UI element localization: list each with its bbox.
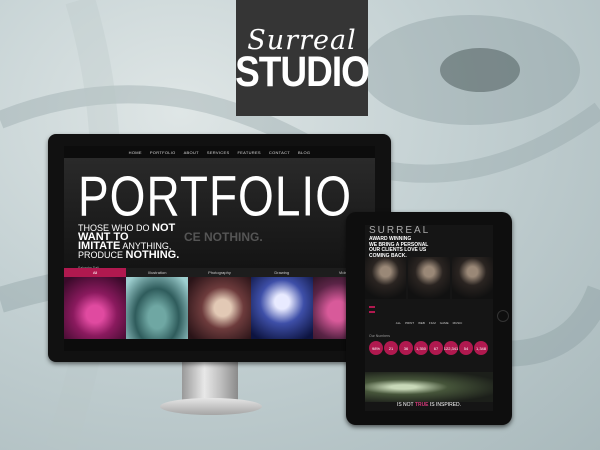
tablet-menu-item[interactable]: GAME <box>440 321 449 325</box>
tablet-eye-banner <box>365 372 493 402</box>
thumb-pink-chair[interactable] <box>64 277 127 339</box>
page-title: PORTFOLIO <box>78 164 352 228</box>
tablet-intro: AWARD WINNING WE BRING A PERSONAL OUR CL… <box>369 236 459 259</box>
tab-drawing[interactable]: Drawing <box>250 268 313 277</box>
nav-blog[interactable]: BLOG <box>298 150 310 155</box>
stat-circle: 21 <box>384 341 398 355</box>
portfolio-filter-tabs: All Illustration Photography Drawing Vid… <box>64 268 375 277</box>
thumb-moon-dancer[interactable] <box>250 277 313 339</box>
stat-circle: 122,341 <box>444 341 458 355</box>
surreal-studio-logo: Surreal STUDIO <box>235 0 370 116</box>
stat-circle: 54 <box>459 341 473 355</box>
tablet-accent-rows <box>369 303 489 316</box>
thumb-tree-face[interactable] <box>126 277 189 339</box>
stat-circle: 36 <box>399 341 413 355</box>
nav-contact[interactable]: CONTACT <box>269 150 290 155</box>
stat-circle: 1,348 <box>474 341 488 355</box>
team-photo[interactable] <box>365 257 407 299</box>
stats-label: Our Numbers <box>369 334 391 338</box>
tablet-menu-item[interactable]: FILM <box>429 321 436 325</box>
tablet-team-photos <box>365 257 493 299</box>
quote-part3: PRODUCE <box>78 250 126 260</box>
logo-line2: STUDIO <box>235 47 370 95</box>
tab-illustration[interactable]: Illustration <box>126 268 189 277</box>
nav-features[interactable]: FEATURES <box>237 150 260 155</box>
monitor-stand-base <box>160 398 262 415</box>
tablet-filter-menu: ALL PRINT WEB FILM GAME MUSIC <box>369 321 489 325</box>
desktop-monitor: HOME PORTFOLIO ABOUT SERVICES FEATURES C… <box>48 134 391 362</box>
footer-part1: IS NOT <box>396 402 415 408</box>
portfolio-grid <box>64 277 375 339</box>
tablet-header: SURREAL <box>369 225 431 236</box>
footer-part2: IS INSPIRED. <box>428 402 462 408</box>
team-photo[interactable] <box>408 257 450 299</box>
monitor-stand-neck <box>182 362 238 402</box>
tab-all[interactable]: All <box>64 268 127 277</box>
quote-text: THOSE WHO DO NOT WANT TO IMITATE ANYTHIN… <box>78 223 208 261</box>
nav-home[interactable]: HOME <box>129 150 142 155</box>
nav-portfolio[interactable]: PORTFOLIO <box>150 150 176 155</box>
footer-highlight: TRUE <box>414 402 429 408</box>
quote-nothing: NOTHING. <box>125 249 180 261</box>
stat-circle: 1,350 <box>414 341 428 355</box>
tablet-device: SURREAL AWARD WINNING WE BRING A PERSONA… <box>346 212 512 425</box>
tablet-menu-item[interactable]: ALL <box>396 321 401 325</box>
tablet-footer-quote: IS NOT TRUE IS INSPIRED. <box>365 402 493 408</box>
stats-circles: 98% 21 36 1,350 67 122,341 54 1,348 <box>369 341 488 355</box>
tablet-menu-item[interactable]: MUSIC <box>453 321 463 325</box>
tablet-menu-item[interactable]: WEB <box>418 321 425 325</box>
top-nav: HOME PORTFOLIO ABOUT SERVICES FEATURES C… <box>64 146 375 158</box>
tablet-screen: SURREAL AWARD WINNING WE BRING A PERSONA… <box>365 225 493 411</box>
thumb-doll-portrait[interactable] <box>188 277 251 339</box>
monitor-screen: HOME PORTFOLIO ABOUT SERVICES FEATURES C… <box>64 146 375 351</box>
team-photo[interactable] <box>451 257 493 299</box>
nav-services[interactable]: SERVICES <box>207 150 230 155</box>
stat-circle: 67 <box>429 341 443 355</box>
tablet-menu-item[interactable]: PRINT <box>405 321 414 325</box>
tablet-home-button[interactable] <box>497 310 509 322</box>
stat-circle: 98% <box>369 341 383 355</box>
tab-photography[interactable]: Photography <box>188 268 251 277</box>
nav-about[interactable]: ABOUT <box>184 150 199 155</box>
